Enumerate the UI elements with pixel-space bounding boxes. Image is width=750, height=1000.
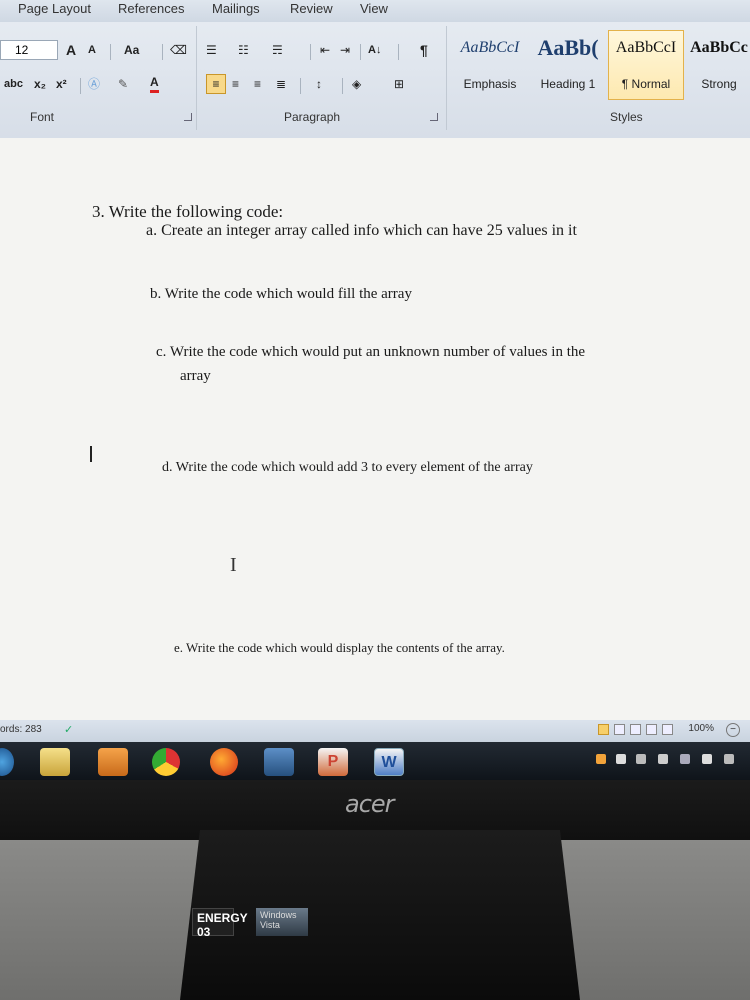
tab-references[interactable]: References [118, 0, 184, 18]
styles-gallery: AaBbCcI Emphasis AaBb( Heading 1 AaBbCcI… [452, 30, 750, 100]
clear-format-icon[interactable]: ⌫ [170, 40, 187, 60]
tray-volume-icon[interactable] [636, 754, 646, 764]
word-count[interactable]: ords: 283 [0, 724, 42, 735]
outline-button[interactable] [646, 724, 657, 735]
status-bar: ords: 283 ✓ 100% − [0, 720, 750, 742]
tray-network-icon[interactable] [616, 754, 626, 764]
increase-indent-icon[interactable]: ⇥ [340, 40, 350, 60]
align-left-icon[interactable]: ≡ [206, 74, 226, 94]
item-a: a. Create an integer array called info w… [146, 222, 577, 239]
style-label: ¶ Normal [621, 77, 671, 91]
item-b: b. Write the code which would fill the a… [150, 286, 412, 302]
paragraph-group-label: Paragraph [284, 110, 341, 124]
text-effects-icon[interactable]: Ⓐ [88, 74, 100, 94]
style-heading-1[interactable]: AaBb( Heading 1 [530, 30, 606, 100]
mouse-ibeam-icon: I [230, 554, 237, 576]
style-label: Emphasis [463, 77, 517, 91]
style-emphasis[interactable]: AaBbCcI Emphasis [452, 30, 528, 100]
tab-view[interactable]: View [360, 0, 388, 18]
style-strong[interactable]: AaBbCc Strong [686, 30, 750, 100]
document-page[interactable]: 3. Write the following code: a. Create a… [0, 138, 750, 720]
font-size-value: 12 [15, 43, 29, 57]
taskbar: P W [0, 742, 750, 780]
shading-icon[interactable]: ◈ [352, 74, 361, 94]
style-label: Heading 1 [540, 77, 596, 91]
superscript-button[interactable]: x² [56, 74, 67, 94]
grow-font-button[interactable]: A [66, 40, 76, 60]
font-dialog-launcher-icon[interactable] [184, 113, 192, 121]
tray-update-icon[interactable] [702, 754, 712, 764]
explorer-icon[interactable] [40, 748, 70, 776]
system-tray [590, 752, 750, 772]
powerpoint-icon[interactable]: P [318, 748, 348, 776]
tray-app-icon[interactable] [596, 754, 606, 764]
word-icon[interactable]: W [374, 748, 404, 776]
change-case-button[interactable]: Aa [124, 40, 139, 60]
sort-button[interactable]: A↓ [368, 40, 381, 60]
question-heading: 3. Write the following code: [92, 202, 284, 221]
energy-sticker: ENERGY 03 [192, 908, 248, 939]
monitor-brand-logo: acer [345, 790, 395, 818]
strikethrough-button[interactable]: abc [4, 74, 23, 94]
tray-display-icon[interactable] [724, 754, 734, 764]
justify-icon[interactable]: ≣ [276, 74, 286, 94]
windows-vista-sticker: Windows Vista [256, 908, 308, 936]
ribbon-tabs: Page Layout References Mailings Review V… [0, 0, 750, 22]
style-sample: AaBbCc [690, 39, 748, 56]
style-label: Strong [701, 77, 737, 91]
line-spacing-icon[interactable]: ↕ [316, 74, 322, 94]
decrease-indent-icon[interactable]: ⇤ [320, 40, 330, 60]
subscript-button[interactable]: x₂ [34, 74, 46, 94]
firefox-icon[interactable] [210, 748, 238, 776]
style-sample: AaBbCcI [460, 39, 520, 56]
shrink-font-button[interactable]: A [88, 40, 96, 60]
styles-group-label: Styles [610, 110, 643, 124]
tab-page-layout[interactable]: Page Layout [18, 0, 91, 18]
ribbon: Page Layout References Mailings Review V… [0, 0, 750, 138]
font-size-box[interactable]: 12 [0, 40, 58, 60]
full-screen-button[interactable] [614, 724, 625, 735]
multilevel-list-icon[interactable]: ☴ [272, 40, 283, 60]
font-color-button[interactable]: A [150, 74, 159, 93]
item-c: c. Write the code which would put an unk… [156, 344, 586, 360]
numbering-icon[interactable]: ☷ [238, 40, 249, 60]
tab-review[interactable]: Review [290, 0, 333, 18]
zoom-level[interactable]: 100% [688, 723, 714, 734]
tray-flag-icon[interactable] [658, 754, 668, 764]
font-group-label: Font [30, 110, 55, 124]
proofing-icon[interactable]: ✓ [64, 723, 73, 736]
print-layout-button[interactable] [598, 724, 609, 735]
borders-icon[interactable]: ⊞ [394, 74, 404, 94]
chrome-icon[interactable] [152, 748, 180, 776]
style-sample: AaBbCcI [615, 39, 677, 56]
item-c-continued: array [180, 368, 211, 384]
zoom-out-icon[interactable]: − [726, 723, 740, 737]
show-formatting-button[interactable]: ¶ [420, 40, 428, 60]
item-e: e. Write the code which would display th… [174, 640, 505, 655]
style-normal[interactable]: AaBbCcI ¶ Normal [608, 30, 684, 100]
text-cursor [90, 446, 92, 462]
align-center-icon[interactable]: ≡ [232, 74, 239, 94]
paragraph-dialog-launcher-icon[interactable] [430, 113, 438, 121]
style-sample: AaBb( [537, 35, 599, 60]
highlight-icon[interactable]: ✎ [118, 74, 128, 94]
tray-security-icon[interactable] [680, 754, 690, 764]
web-layout-button[interactable] [630, 724, 641, 735]
item-d: d. Write the code which would add 3 to e… [162, 460, 533, 475]
start-orb-icon[interactable] [0, 748, 14, 776]
align-right-icon[interactable]: ≡ [254, 74, 261, 94]
bullets-icon[interactable]: ☰ [206, 40, 217, 60]
draft-button[interactable] [662, 724, 673, 735]
media-player-icon[interactable] [98, 748, 128, 776]
tab-mailings[interactable]: Mailings [212, 0, 260, 18]
teams-app-icon[interactable] [264, 748, 294, 776]
